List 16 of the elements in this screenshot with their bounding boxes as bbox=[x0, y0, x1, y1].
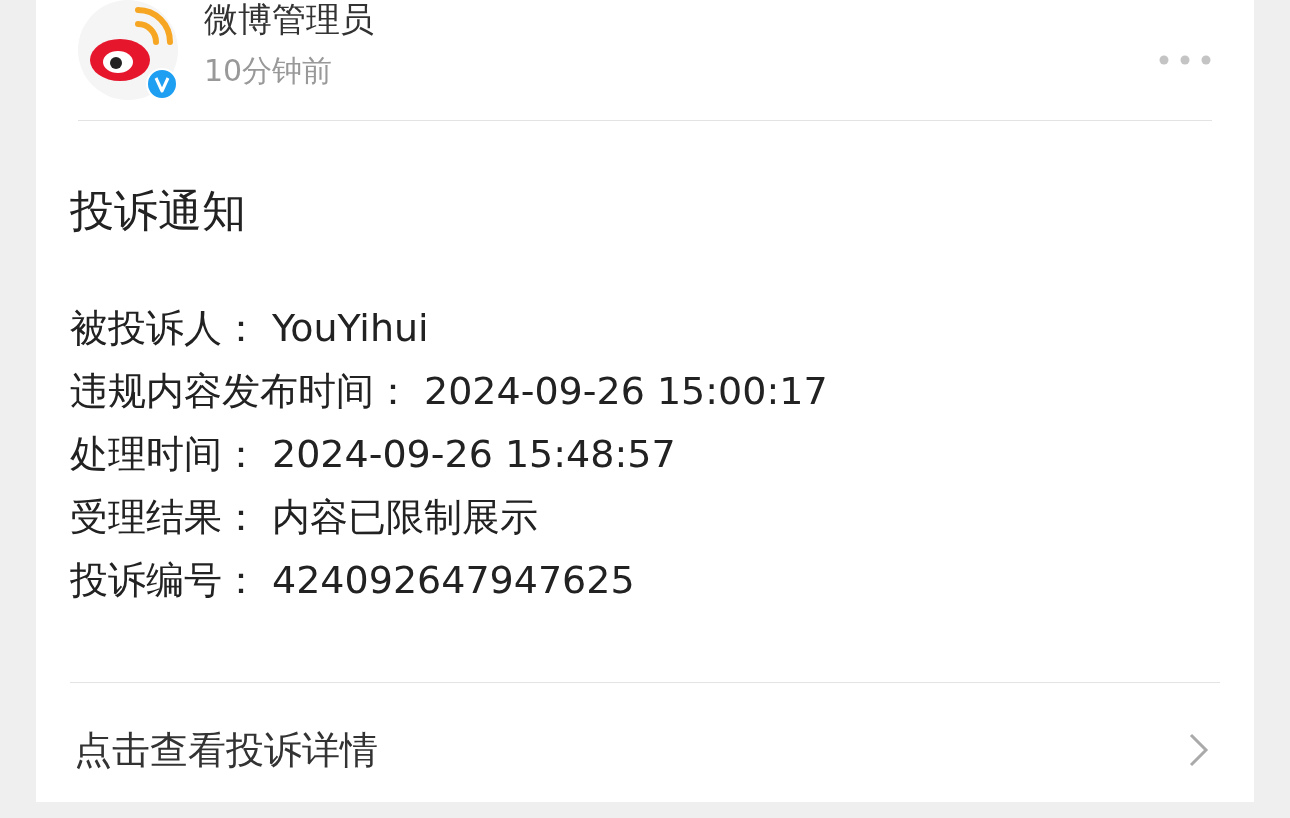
chevron-right-icon[interactable] bbox=[1188, 732, 1210, 768]
more-icon[interactable] bbox=[1158, 54, 1212, 66]
field-label: 违规内容发布时间： bbox=[70, 368, 412, 415]
field-value: 内容已限制展示 bbox=[272, 494, 538, 541]
sender-name: 微博管理员 bbox=[204, 0, 375, 39]
details-link[interactable]: 点击查看投诉详情 bbox=[70, 724, 378, 776]
field-value: 2024-09-26 15:00:17 bbox=[424, 368, 828, 415]
field-label: 被投诉人： bbox=[70, 305, 260, 352]
notice-title: 投诉通知 bbox=[70, 184, 247, 238]
field-value: 2024-09-26 15:48:57 bbox=[272, 431, 676, 478]
field-label: 处理时间： bbox=[70, 431, 260, 478]
field-value: 424092647947625 bbox=[272, 557, 635, 604]
field-label: 受理结果： bbox=[70, 494, 260, 541]
post-time: 10分钟前 bbox=[204, 51, 334, 90]
field-value: YouYihui bbox=[272, 305, 429, 352]
field-label: 投诉编号： bbox=[70, 557, 260, 604]
